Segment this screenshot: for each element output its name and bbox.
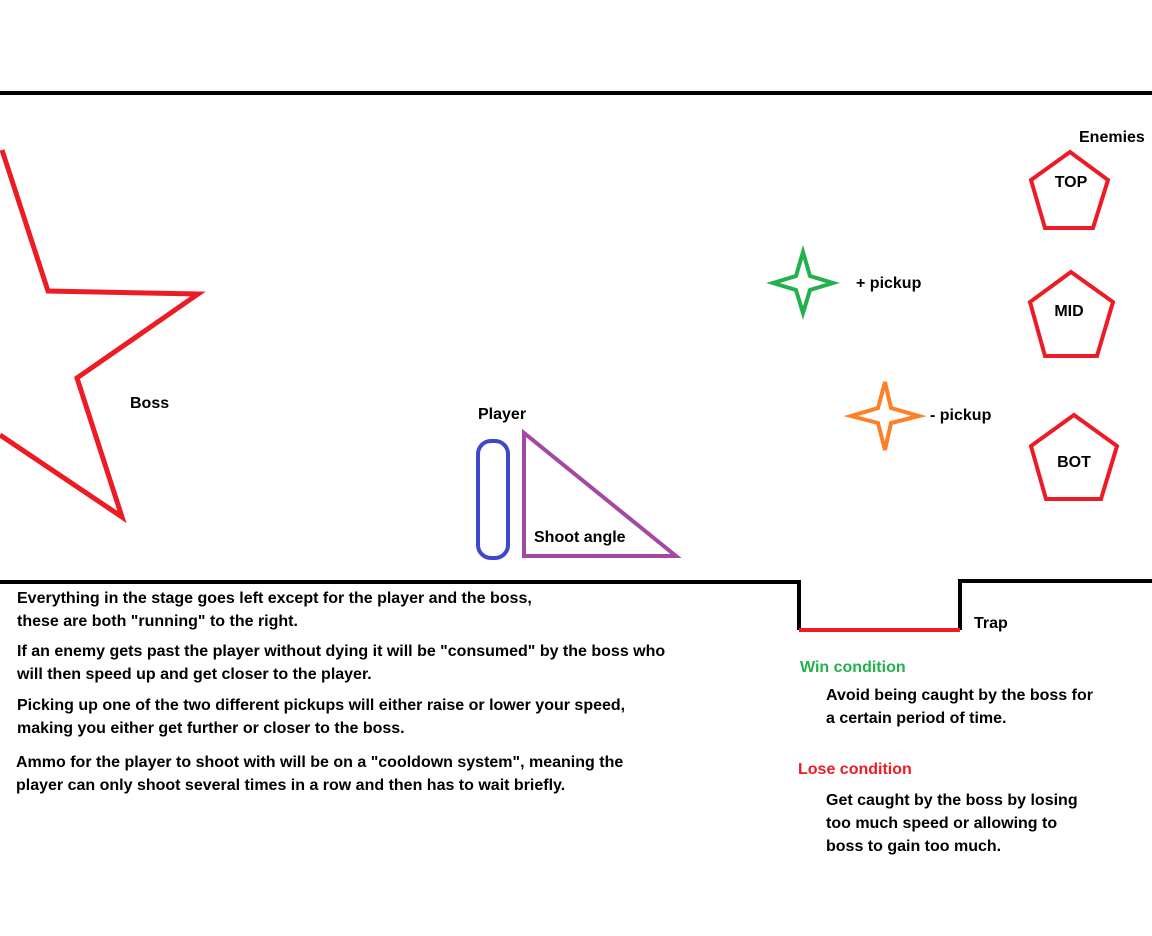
trap-label: Trap (974, 615, 1008, 632)
plus-pickup-icon (766, 244, 840, 320)
description-p4-line2: player can only shoot several times in a… (16, 777, 566, 794)
boss-label: Boss (130, 395, 170, 412)
shoot-angle-label: Shoot angle (534, 529, 626, 546)
plus-pickup-label: + pickup (856, 275, 922, 292)
enemy-mid-label: MID (1054, 303, 1084, 320)
enemies-label: Enemies (1079, 129, 1145, 146)
description-p4-line1: Ammo for the player to shoot with will b… (16, 754, 624, 771)
description-p2-line2: will then speed up and get closer to the… (17, 666, 372, 683)
lose-condition-title: Lose condition (798, 761, 912, 778)
minus-pickup-label: - pickup (930, 407, 992, 424)
lose-condition-line2: too much speed or allowing to (826, 815, 1058, 832)
enemy-top-label: TOP (1054, 174, 1088, 191)
player-label: Player (478, 406, 527, 423)
description-p1-line2: these are both "running" to the right. (17, 613, 298, 630)
player-shape (476, 439, 510, 560)
lose-condition-line3: boss to gain too much. (826, 838, 1002, 855)
win-condition-line1: Avoid being caught by the boss for (826, 687, 1093, 704)
description-p1-line1: Everything in the stage goes left except… (17, 590, 532, 607)
enemy-bot-label: BOT (1057, 454, 1091, 471)
description-p3-line2: making you either get further or closer … (17, 720, 405, 737)
win-condition-title: Win condition (800, 659, 906, 676)
win-condition-line2: a certain period of time. (826, 710, 1007, 727)
minus-pickup-icon (843, 381, 927, 451)
boss-star-shape (0, 149, 206, 524)
description-p3-line1: Picking up one of the two different pick… (17, 697, 626, 714)
description-p2-line1: If an enemy gets past the player without… (17, 643, 666, 660)
lose-condition-line1: Get caught by the boss by losing (826, 792, 1078, 809)
